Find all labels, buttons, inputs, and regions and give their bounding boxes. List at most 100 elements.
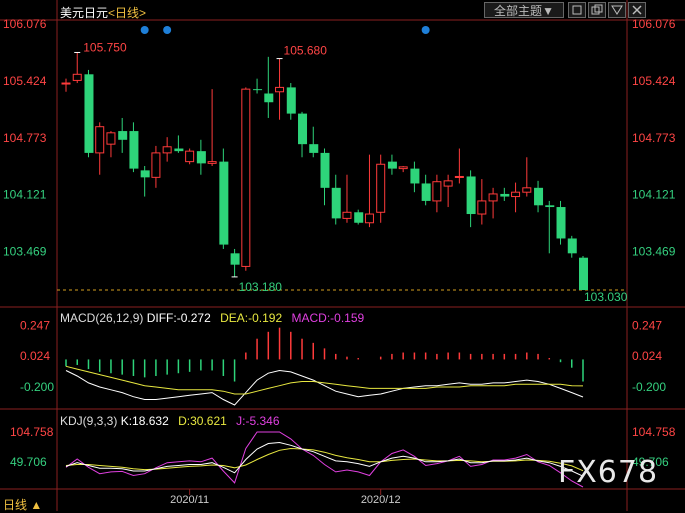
date-axis-label: 2020/12 (361, 494, 401, 506)
price-y-tick-left: 106.076 (3, 17, 47, 31)
kdj-j-value: J:-5.346 (236, 414, 280, 428)
candle-body-up (185, 150, 195, 163)
kdj-d-value: D:30.621 (178, 414, 227, 428)
macd-y-tick-left: 0.024 (20, 349, 50, 363)
candle-body-up (241, 88, 251, 267)
candle-body-up (61, 82, 71, 85)
footer-period-selector[interactable]: 日线 ▲ (3, 496, 42, 513)
event-marker-dot (140, 26, 149, 34)
candle-body-down (286, 87, 296, 114)
macd-value: MACD:-0.159 (291, 311, 365, 325)
price-y-tick-right: 106.076 (632, 17, 676, 31)
symbol-label: 美元日元 (60, 6, 109, 20)
candle-body-down (579, 257, 588, 290)
macd-dea-value: DEA:-0.192 (220, 311, 283, 325)
candle-body-down (545, 205, 555, 208)
kdj-header: KDJ(9,3,3) K:18.632 D:30.621 J:-5.346 (60, 414, 280, 428)
watermark-logo: FX678 (558, 455, 659, 490)
candle-body-up (376, 163, 386, 213)
price-y-tick-right: 104.773 (632, 131, 676, 145)
candle-body-up (364, 213, 374, 224)
candle-body-down (174, 148, 184, 152)
macd-y-tick-right: 0.247 (632, 318, 662, 332)
candle-body-up (151, 152, 161, 178)
price-y-tick-left: 104.121 (3, 188, 47, 202)
candle-body-down (466, 176, 476, 215)
price-y-tick-right: 103.469 (632, 245, 676, 259)
candle-body-up (95, 126, 105, 154)
candle-body-up (162, 146, 172, 154)
square-icon[interactable] (568, 2, 586, 18)
chart-canvas: 106.076 106.076 105.424 105.424 104.773 104.7… (0, 0, 685, 511)
candle-body-up (511, 191, 521, 198)
chart-title: 美元日元<日线> (60, 4, 146, 21)
low-price-label: 103.180 (239, 280, 283, 294)
candle-body-down (331, 187, 341, 219)
macd-y-tick-right: -0.200 (632, 380, 666, 394)
candle-body-down (556, 207, 566, 239)
last-price-label: 103.030 (584, 290, 628, 304)
theme-dropdown[interactable]: 全部主题▼ (484, 2, 564, 18)
candle-body-down (118, 131, 128, 140)
candle-body-up (443, 180, 453, 187)
candle-body-up (106, 132, 116, 145)
candle-body-down (500, 193, 510, 197)
period-selector[interactable]: 日线 (115, 6, 139, 20)
macd-dif-value: DIFF:-0.272 (146, 311, 211, 325)
candle-body-up (72, 73, 82, 81)
candle-body-up (398, 166, 408, 170)
event-marker-dot (421, 26, 430, 34)
close-icon[interactable] (628, 2, 646, 18)
candle-body-up (342, 211, 352, 219)
chevron-down-icon: ▼ (542, 4, 554, 18)
price-y-tick-left: 105.424 (3, 74, 47, 88)
candle-body-down (129, 131, 139, 169)
candle-body-down (421, 183, 431, 201)
theme-dropdown-label: 全部主题 (494, 4, 543, 18)
candle-body-down (230, 253, 240, 265)
candle-body-down (253, 89, 263, 91)
macd-y-tick-right: 0.024 (632, 349, 662, 363)
price-y-tick-left: 104.773 (3, 131, 47, 145)
price-y-tick-right: 104.121 (632, 188, 676, 202)
candle-body-down (84, 74, 94, 153)
period-selector-open[interactable]: < (108, 6, 115, 20)
macd-params: MACD(26,12,9) (60, 311, 144, 325)
candle-body-down (354, 212, 364, 223)
high-price-label: 105.750 (83, 40, 127, 54)
footer-period-label: 日线 (3, 498, 28, 512)
chevron-up-icon: ▲ (30, 498, 43, 512)
candle-body-up (207, 161, 217, 164)
macd-dif-line (65, 369, 584, 406)
candle-body-down (309, 144, 319, 153)
candle-body-down (140, 170, 150, 178)
high2-price-label: 105.680 (284, 44, 328, 58)
restore-icon[interactable] (588, 2, 606, 18)
candle-body-up (275, 86, 285, 93)
candle-body-up (477, 200, 487, 215)
period-selector-close[interactable]: > (139, 6, 146, 20)
date-axis-label: 2020/11 (170, 494, 209, 506)
macd-y-tick-left: 0.247 (20, 318, 50, 332)
candle-body-down (219, 161, 229, 245)
kdj-j-line (65, 431, 584, 488)
candle-body-down (567, 238, 577, 254)
candle-body-down (320, 152, 330, 188)
macd-dea-line (65, 365, 584, 395)
event-marker-dot (163, 26, 172, 34)
kdj-params: KDJ(9,3,3) (60, 414, 118, 428)
candle-body-down (264, 93, 274, 103)
macd-y-tick-left: -0.200 (20, 380, 54, 394)
candle-body-up (488, 193, 498, 202)
candle-body-down (534, 187, 544, 206)
candle-body-down (410, 168, 420, 184)
maximize-icon[interactable] (608, 2, 626, 18)
kdj-y-tick-left: 49.706 (10, 455, 47, 469)
candle-body-up (522, 187, 532, 193)
price-y-tick-left: 103.469 (3, 245, 47, 259)
macd-header: MACD(26,12,9) DIFF:-0.272 DEA:-0.192 MAC… (60, 311, 364, 325)
kdj-y-tick-right: 104.758 (632, 425, 676, 439)
candle-body-up (454, 175, 464, 178)
candle-body-down (387, 161, 397, 169)
candle-body-down (196, 151, 206, 164)
